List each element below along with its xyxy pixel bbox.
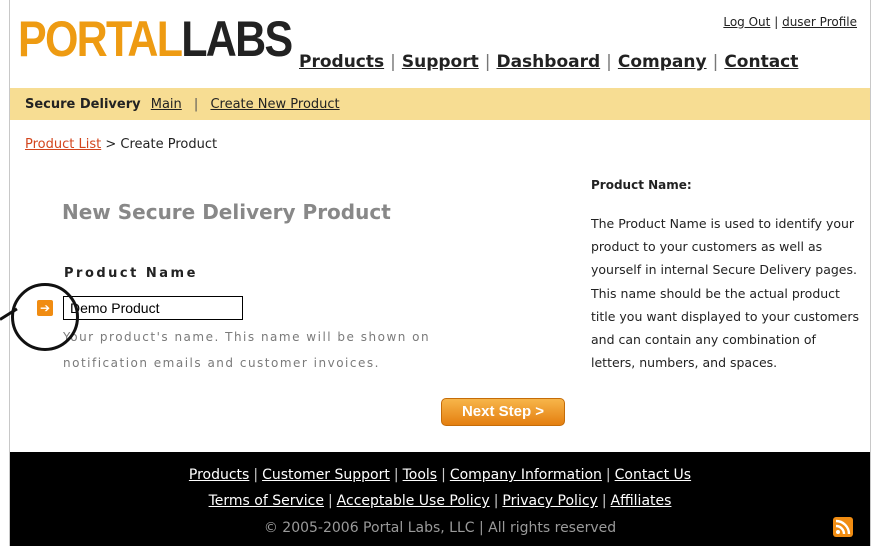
product-name-label: Product Name — [64, 266, 198, 281]
secure-delivery-title: Secure Delivery — [25, 97, 141, 112]
nav-support[interactable]: Support — [402, 52, 479, 72]
breadcrumb: Product List > Create Product — [25, 137, 217, 152]
main-nav: Products | Support | Dashboard | Company | Conta… — [299, 52, 799, 72]
footer: Products | Customer Support | Tools | Company … — [10, 452, 870, 546]
sidebar-title: Product Name: — [591, 178, 692, 192]
highlight-circle — [11, 283, 79, 351]
footer-terms-link[interactable]: Terms of Service — [209, 493, 324, 509]
sidebar-text: The Product Name is used to identify you… — [591, 216, 859, 371]
product-name-input[interactable] — [63, 296, 243, 320]
footer-links-row1: Products | Customer Support | Tools | Company … — [188, 467, 692, 483]
footer-privacy-link[interactable]: Privacy Policy — [502, 493, 597, 509]
form-title: New Secure Delivery Product — [62, 200, 391, 224]
footer-links-row2: Terms of Service | Acceptable Use Policy | P… — [208, 493, 672, 509]
breadcrumb-separator: > — [105, 137, 117, 152]
profile-link[interactable]: duser Profile — [782, 15, 857, 29]
nav-dashboard[interactable]: Dashboard — [496, 52, 600, 72]
portal-labs-logo[interactable]: PORTALLABS — [18, 14, 293, 64]
breadcrumb-current: Create Product — [120, 137, 218, 152]
nav-contact[interactable]: Contact — [724, 52, 798, 72]
create-new-product-link[interactable]: Create New Product — [210, 97, 339, 112]
product-name-help: Your product's name. This name will be s… — [63, 330, 431, 370]
footer-products-link[interactable]: Products — [189, 467, 249, 483]
next-step-button[interactable]: Next Step > — [441, 398, 565, 426]
secure-delivery-bar: Secure Delivery Main | Create New Produc… — [10, 88, 870, 120]
nav-products[interactable]: Products — [299, 52, 384, 72]
footer-contact-us-link[interactable]: Contact Us — [615, 467, 691, 483]
top-links: Log Out | duser Profile — [723, 15, 857, 29]
footer-copyright: © 2005-2006 Portal Labs, LLC | All right… — [263, 520, 617, 536]
footer-customer-support-link[interactable]: Customer Support — [262, 467, 390, 483]
footer-tools-link[interactable]: Tools — [403, 467, 438, 483]
top-links-separator: | — [774, 15, 779, 29]
footer-aup-link[interactable]: Acceptable Use Policy — [337, 493, 490, 509]
product-list-link[interactable]: Product List — [25, 137, 101, 152]
logout-link[interactable]: Log Out — [723, 15, 770, 29]
footer-company-info-link[interactable]: Company Information — [450, 467, 602, 483]
secure-main-link[interactable]: Main — [151, 97, 182, 112]
nav-company[interactable]: Company — [618, 52, 707, 72]
rss-icon[interactable] — [833, 517, 853, 537]
footer-affiliates-link[interactable]: Affiliates — [611, 493, 672, 509]
